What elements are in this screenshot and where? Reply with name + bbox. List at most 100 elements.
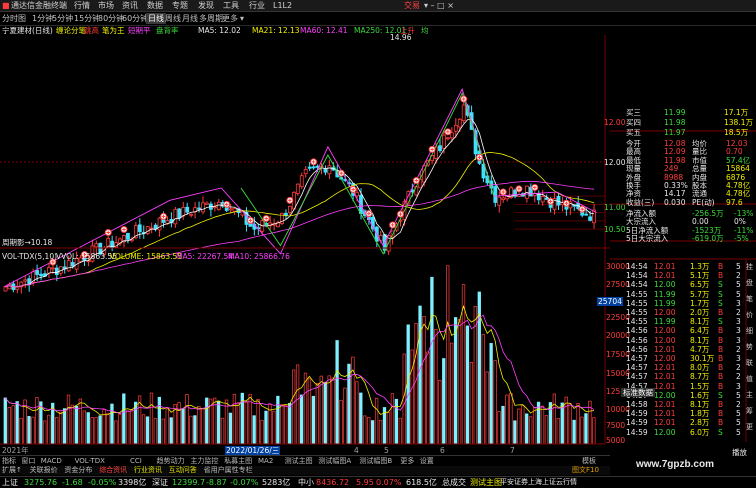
period-tab[interactable]: 月线 xyxy=(182,13,198,24)
side-tabs: 挂盘笔价细势联值主筹更 xyxy=(746,262,756,442)
bottom-tab[interactable]: 关联报价 xyxy=(30,466,58,475)
bottom-tab[interactable]: 行业资讯 xyxy=(134,466,162,475)
indicator-tab[interactable]: MACD xyxy=(41,456,62,466)
tick-row[interactable]: 14:55 11.99 1.7万 S 3 xyxy=(610,299,756,308)
period-tab-active[interactable]: 日线 xyxy=(146,13,166,24)
side-tab[interactable]: 筹 xyxy=(746,406,753,416)
indicator-tab[interactable]: 指标 xyxy=(2,456,16,466)
side-tab[interactable]: 联 xyxy=(746,358,753,368)
volume-bar xyxy=(457,319,462,445)
sh-index-label[interactable]: 上证 xyxy=(2,477,18,488)
indicator-tab[interactable]: MA2 xyxy=(258,456,273,466)
side-tab[interactable]: 笔 xyxy=(746,294,753,304)
play-button[interactable]: 播放 xyxy=(732,448,747,457)
flow-row[interactable]: 5日大宗流入 -619.0万 -5% xyxy=(610,234,756,243)
tick-row[interactable]: 14:54 12.01 5.1万 B 2 xyxy=(610,271,756,280)
indicator-tab[interactable]: 测试幅图B xyxy=(359,456,392,466)
tick-row[interactable]: 14:54 12.00 6.5万 S 5 xyxy=(610,280,756,289)
tick-row-cell: 12.01 xyxy=(654,363,676,373)
bottom-tab[interactable]: 资金分布 xyxy=(64,466,92,475)
chevron-down-icon[interactable]: ▾ xyxy=(240,13,244,24)
side-tab[interactable]: 盘 xyxy=(746,278,753,288)
period-tab[interactable]: 分时图 xyxy=(2,13,26,24)
window-controls-icon[interactable]: ▾ – □ × xyxy=(424,0,454,11)
indicator-tab[interactable]: VOL-TDX xyxy=(75,456,105,466)
sz-index-label[interactable]: 深证 xyxy=(152,477,168,488)
side-tab[interactable]: 更 xyxy=(746,422,753,432)
menu-item[interactable]: 工具 xyxy=(223,0,239,11)
volume-bar xyxy=(315,383,319,445)
period-tab[interactable]: 周线 xyxy=(165,13,181,24)
menu-item[interactable]: L1L2 xyxy=(273,0,292,11)
indicator-tab[interactable]: 测试主图 xyxy=(285,456,313,466)
bottom-tab[interactable]: 省用户属性专栏 xyxy=(204,466,253,475)
volume-bar xyxy=(43,420,47,445)
menu-item[interactable]: 数据 xyxy=(147,0,163,11)
tick-row[interactable]: 14:56 12.00 8.1万 B 3 xyxy=(610,336,756,345)
stat-row[interactable]: 收益(三) 0.030 PE(动) 97.6 xyxy=(610,198,756,207)
tick-row[interactable]: 14:54 12.01 1.3万 B 5 xyxy=(610,262,756,271)
tick-row-cell: 3 xyxy=(736,354,741,363)
tick-row[interactable]: 14:57 12.00 30.1万 B 3 xyxy=(610,354,756,363)
side-tab[interactable]: 价 xyxy=(746,310,753,320)
tick-row[interactable]: 14:57 12.01 8.7万 B 2 xyxy=(610,372,756,381)
indicator-tab[interactable]: 趋势动力 xyxy=(157,456,185,466)
indicator-tab[interactable]: 窗口 xyxy=(21,456,35,466)
tick-row[interactable]: 14:58 12.01 8.1万 B 2 xyxy=(610,400,756,409)
side-tab[interactable]: 主 xyxy=(746,390,753,400)
side-tab[interactable]: 值 xyxy=(746,374,753,384)
bid-row-cell: 11.97 xyxy=(664,128,686,137)
candle-body xyxy=(232,208,237,212)
candle-body xyxy=(185,206,190,213)
tick-row-cell: 14:56 xyxy=(626,326,648,336)
indicator-tab[interactable]: 设置 xyxy=(420,456,434,466)
period-tab[interactable]: 5分钟 xyxy=(52,13,73,24)
bottom-tab[interactable]: 互动问答 xyxy=(169,466,197,475)
tick-row[interactable]: 14:57 12.01 8.0万 B 2 xyxy=(610,363,756,372)
candle-body xyxy=(3,286,8,292)
candle-body xyxy=(355,192,359,197)
tick-row[interactable]: 14:56 12.01 4.7万 B 2 xyxy=(610,345,756,354)
bid-row[interactable]: 买五 11.97 18.5万 xyxy=(610,128,756,137)
zx-index-label[interactable]: 中小 xyxy=(298,477,314,488)
bid-row[interactable]: 买四 11.98 138.1万 xyxy=(610,118,756,127)
trade-button[interactable]: 交易 xyxy=(404,0,420,11)
indicator-tab[interactable]: 测试幅图A xyxy=(318,456,351,466)
tick-row[interactable]: 14:55 11.99 8.1万 S 3 xyxy=(610,317,756,326)
menu-item[interactable]: 资讯 xyxy=(122,0,138,11)
bottom-tab[interactable]: 扩展↑ xyxy=(2,466,22,475)
menu-item[interactable]: 专题 xyxy=(172,0,188,11)
menu-item[interactable]: 行情 xyxy=(74,0,90,11)
candle-body xyxy=(307,166,312,169)
menu-item[interactable]: 市场 xyxy=(98,0,114,11)
period-tab[interactable]: 15分钟 xyxy=(74,13,100,24)
period-tab[interactable]: 多周期 xyxy=(199,13,223,24)
indicator-tab[interactable]: 主力监控 xyxy=(190,456,218,466)
period-tab[interactable]: 更多 xyxy=(222,13,238,24)
tick-row[interactable]: 14:55 12.00 2.0万 B 2 xyxy=(610,308,756,317)
menu-item[interactable]: 行业 xyxy=(249,0,265,11)
volume-bar xyxy=(446,265,450,445)
indicator-tab[interactable]: 私募主图 xyxy=(224,456,252,466)
tick-row[interactable]: 14:56 12.00 6.4万 B 3 xyxy=(610,326,756,335)
bid-row[interactable]: 买三 11.99 17.1万 xyxy=(610,108,756,117)
menu-item[interactable]: 发现 xyxy=(198,0,214,11)
f10-button[interactable]: 图文F10 xyxy=(572,466,599,475)
side-tab[interactable]: 细 xyxy=(746,326,753,336)
indicator-tab[interactable]: CCI xyxy=(130,456,142,466)
volume-bar xyxy=(525,413,529,445)
side-tab[interactable]: 挂 xyxy=(746,262,753,272)
indicator-tab[interactable]: 更多 xyxy=(400,456,414,466)
bottom-tab[interactable]: 综合资讯 xyxy=(99,466,127,475)
tick-row[interactable]: 14:59 12.01 1.8万 B 5 xyxy=(610,409,756,418)
side-tab[interactable]: 势 xyxy=(746,342,753,352)
template-button[interactable]: 模板 xyxy=(582,456,596,466)
period-tab[interactable]: 60分钟 xyxy=(122,13,148,24)
tick-row[interactable]: 14:55 11.99 5.7万 S 5 xyxy=(610,290,756,299)
sz-index-change: -8.87 xyxy=(206,478,227,487)
period-tab[interactable]: 30分钟 xyxy=(98,13,124,24)
tick-row[interactable]: 14:59 12.00 6.0万 S 5 xyxy=(610,428,756,437)
tick-row[interactable]: 14:59 12.01 2.8万 B 5 xyxy=(610,418,756,427)
kline-chart[interactable] xyxy=(0,35,610,455)
period-tab[interactable]: 1分钟 xyxy=(32,13,53,24)
